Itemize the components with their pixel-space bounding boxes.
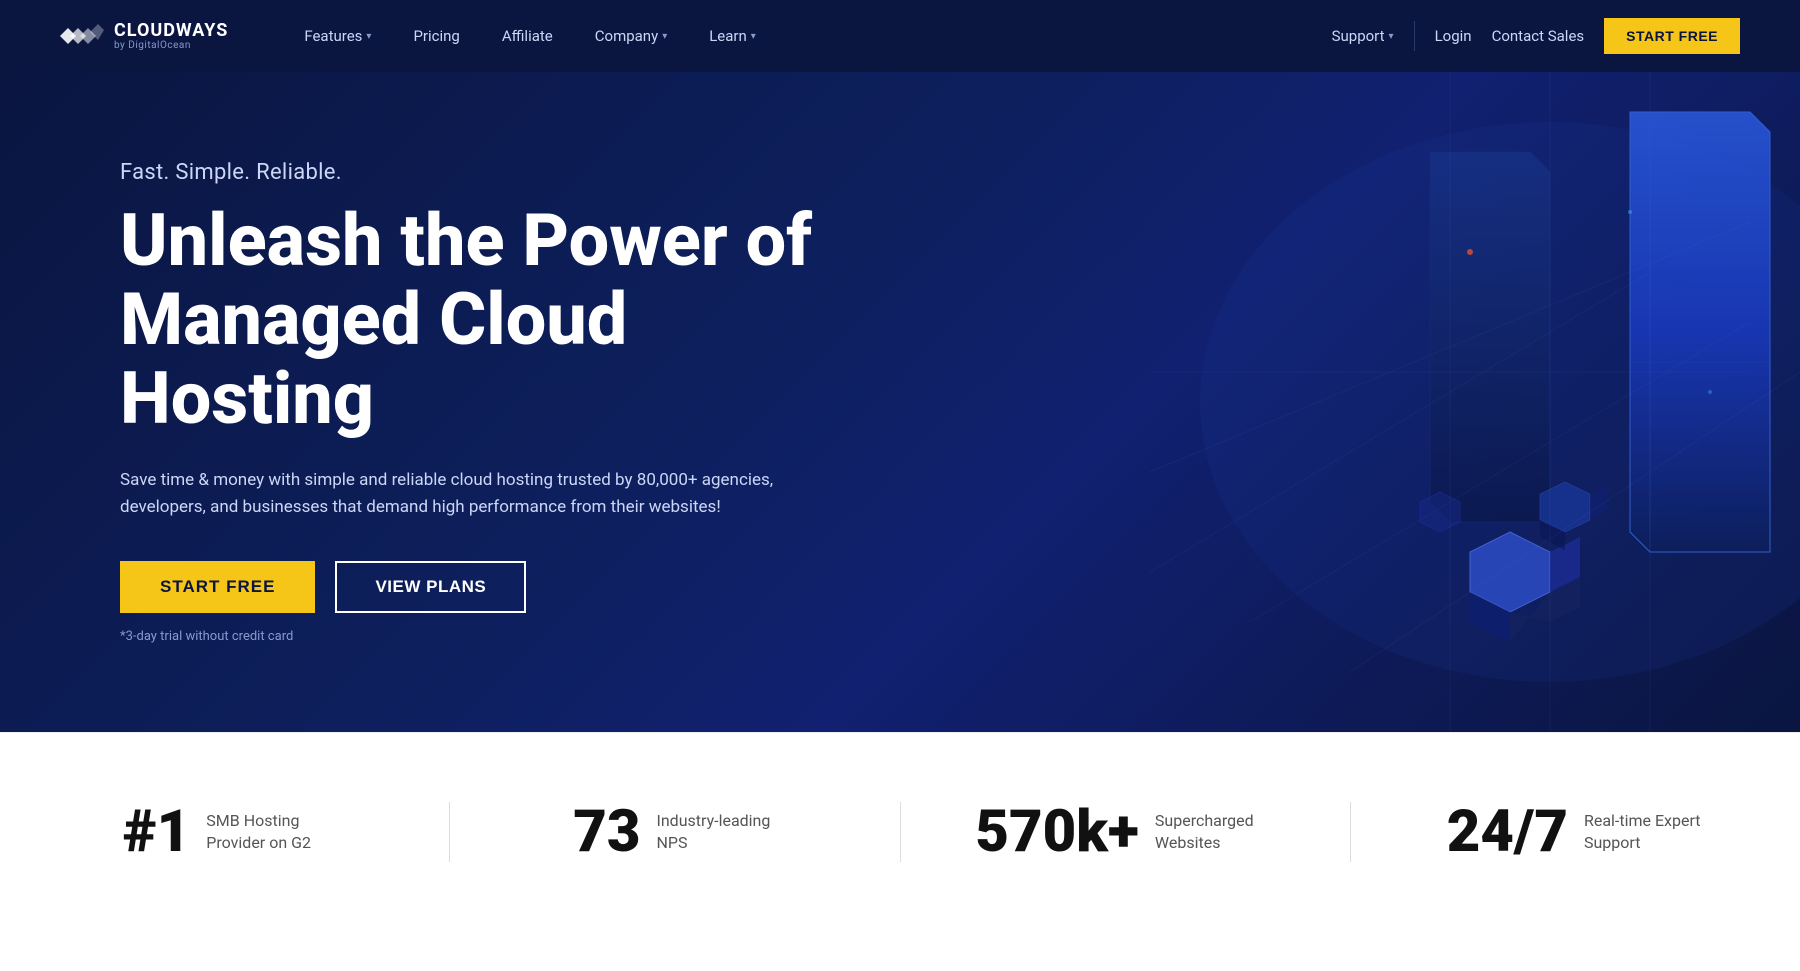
nav-login[interactable]: Login <box>1435 27 1472 45</box>
stat-number: 570k+ <box>975 803 1139 861</box>
logo-icon <box>60 16 104 56</box>
nav-support[interactable]: Support ▾ <box>1332 27 1394 45</box>
support-chevron-icon: ▾ <box>1389 31 1394 42</box>
navbar: CLOUDWAYS by DigitalOcean Features ▾ Pri… <box>0 0 1800 72</box>
features-chevron-icon: ▾ <box>366 31 371 42</box>
nav-divider <box>1414 21 1415 51</box>
logo-link[interactable]: CLOUDWAYS by DigitalOcean <box>60 16 228 56</box>
nav-right: Support ▾ Login Contact Sales START FREE <box>1332 18 1740 54</box>
nav-start-free-button[interactable]: START FREE <box>1604 18 1740 54</box>
stat-number: 24/7 <box>1447 803 1568 861</box>
stat-item: #1 SMB Hosting Provider on G2 <box>0 783 449 881</box>
hero-title-line1: Unleash the Power of <box>120 198 812 283</box>
stat-item: 73 Industry-leading NPS <box>450 783 899 881</box>
nav-contact[interactable]: Contact Sales <box>1492 27 1585 45</box>
stat-label: Real-time Expert Support <box>1584 810 1704 855</box>
nav-company[interactable]: Company ▾ <box>579 19 683 53</box>
nav-learn[interactable]: Learn ▾ <box>693 19 772 53</box>
nav-links: Features ▾ Pricing Affiliate Company ▾ L… <box>288 19 1331 53</box>
hero-buttons: START FREE VIEW PLANS <box>120 561 870 613</box>
stats-section: #1 SMB Hosting Provider on G2 73 Industr… <box>0 732 1800 931</box>
hero-content: Fast. Simple. Reliable. Unleash the Powe… <box>120 160 870 644</box>
learn-chevron-icon: ▾ <box>751 31 756 42</box>
stat-label: Supercharged Websites <box>1155 810 1275 855</box>
stat-label: Industry-leading NPS <box>656 810 776 855</box>
stat-item: 570k+ Supercharged Websites <box>901 783 1350 881</box>
nav-features[interactable]: Features ▾ <box>288 19 387 53</box>
hero-tagline: Fast. Simple. Reliable. <box>120 160 870 185</box>
logo-text: CLOUDWAYS by DigitalOcean <box>114 21 228 52</box>
hero-title-line2: Managed Cloud Hosting <box>120 277 627 441</box>
hero-view-plans-button[interactable]: VIEW PLANS <box>335 561 526 613</box>
hero-start-free-button[interactable]: START FREE <box>120 561 315 613</box>
stat-item: 24/7 Real-time Expert Support <box>1351 783 1800 881</box>
hero-trial-note: *3-day trial without credit card <box>120 629 870 644</box>
hero-decoration <box>950 72 1800 732</box>
hero-section: Fast. Simple. Reliable. Unleash the Powe… <box>0 72 1800 732</box>
nav-affiliate[interactable]: Affiliate <box>486 19 569 53</box>
nav-pricing[interactable]: Pricing <box>397 19 475 53</box>
stat-number: 73 <box>573 803 640 861</box>
stat-label: SMB Hosting Provider on G2 <box>206 810 326 855</box>
hero-description: Save time & money with simple and reliab… <box>120 467 820 521</box>
stat-number: #1 <box>123 803 190 861</box>
hero-title: Unleash the Power of Managed Cloud Hosti… <box>120 201 870 439</box>
company-chevron-icon: ▾ <box>662 31 667 42</box>
